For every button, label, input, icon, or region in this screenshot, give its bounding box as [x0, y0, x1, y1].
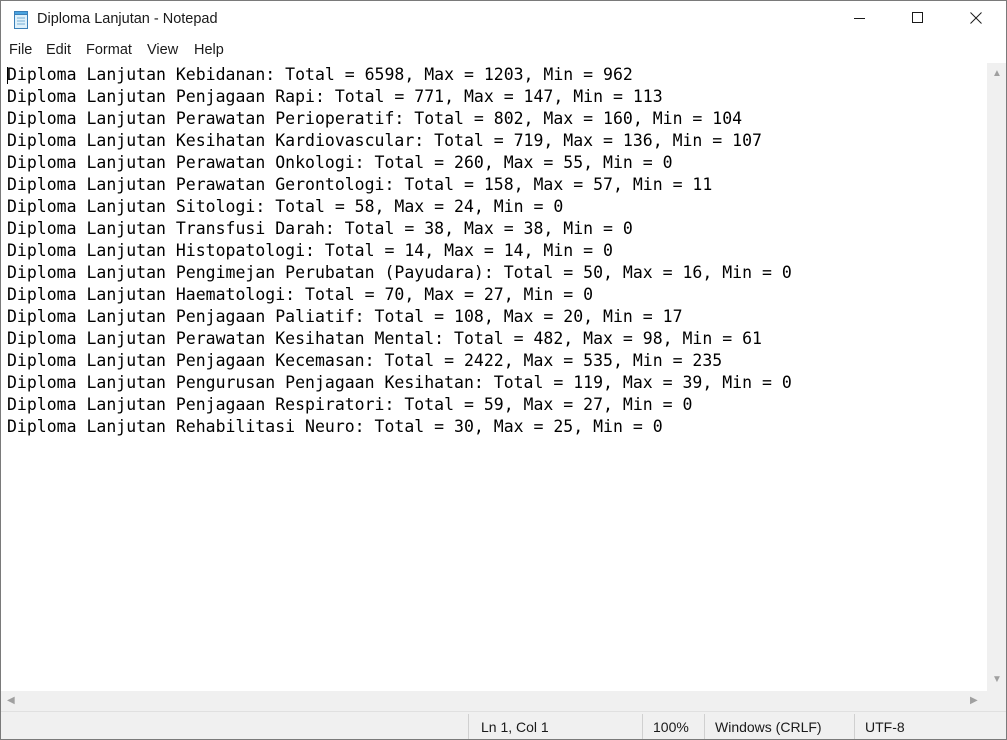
- text-line: Diploma Lanjutan Pengimejan Perubatan (P…: [7, 263, 792, 282]
- text-line: Diploma Lanjutan Pengurusan Penjagaan Ke…: [7, 373, 792, 392]
- text-line: Diploma Lanjutan Penjagaan Paliatif: Tot…: [7, 307, 683, 326]
- text-line: Diploma Lanjutan Sitologi: Total = 58, M…: [7, 197, 564, 216]
- notepad-icon: [13, 11, 29, 29]
- horizontal-scrollbar[interactable]: ◀ ▶: [1, 691, 987, 711]
- maximize-button[interactable]: [889, 1, 947, 39]
- status-divider: [642, 714, 643, 739]
- menu-view[interactable]: View: [147, 42, 178, 58]
- text-line: Diploma Lanjutan Perawatan Kesihatan Men…: [7, 329, 762, 348]
- text-line: Diploma Lanjutan Transfusi Darah: Total …: [7, 219, 633, 238]
- close-button[interactable]: [947, 1, 1005, 39]
- text-line: Diploma Lanjutan Penjagaan Respiratori: …: [7, 395, 693, 414]
- window-title: Diploma Lanjutan - Notepad: [37, 11, 218, 27]
- menu-bar: File Edit Format View Help: [1, 39, 1006, 63]
- text-line: Diploma Lanjutan Haematologi: Total = 70…: [7, 285, 594, 304]
- zoom-level: 100%: [653, 719, 689, 735]
- title-bar[interactable]: Diploma Lanjutan - Notepad: [1, 1, 1006, 39]
- menu-format[interactable]: Format: [86, 42, 132, 58]
- text-line: Diploma Lanjutan Kesihatan Kardiovascula…: [7, 131, 762, 150]
- text-line: Diploma Lanjutan Perawatan Perioperatif:…: [7, 109, 743, 128]
- close-icon: [970, 11, 982, 29]
- scroll-left-icon[interactable]: ◀: [7, 696, 15, 706]
- scroll-up-icon[interactable]: ▲: [992, 69, 1002, 79]
- text-editor[interactable]: Diploma Lanjutan Kebidanan: Total = 6598…: [1, 63, 987, 691]
- vertical-scrollbar[interactable]: ▲ ▼: [987, 63, 1006, 691]
- cursor-position: Ln 1, Col 1: [481, 719, 549, 735]
- text-line: Diploma Lanjutan Kebidanan: Total = 6598…: [7, 65, 633, 84]
- status-divider: [854, 714, 855, 739]
- scroll-down-icon[interactable]: ▼: [992, 675, 1002, 685]
- maximize-icon: [912, 11, 924, 29]
- menu-help[interactable]: Help: [194, 42, 224, 58]
- scroll-right-icon[interactable]: ▶: [970, 696, 978, 706]
- status-divider: [704, 714, 705, 739]
- scrollbar-corner: [987, 691, 1006, 711]
- notepad-window: Diploma Lanjutan - Notepad File Edit For…: [0, 0, 1007, 740]
- minimize-icon: [854, 11, 866, 29]
- text-line: Diploma Lanjutan Rehabilitasi Neuro: Tot…: [7, 417, 663, 436]
- text-line: Diploma Lanjutan Penjagaan Kecemasan: To…: [7, 351, 723, 370]
- text-line: Diploma Lanjutan Perawatan Gerontologi: …: [7, 175, 713, 194]
- line-ending: Windows (CRLF): [715, 719, 822, 735]
- menu-file[interactable]: File: [9, 42, 32, 58]
- text-line: Diploma Lanjutan Histopatologi: Total = …: [7, 241, 613, 260]
- status-divider: [468, 714, 469, 739]
- encoding: UTF-8: [865, 719, 905, 735]
- menu-edit[interactable]: Edit: [46, 42, 71, 58]
- text-line: Diploma Lanjutan Penjagaan Rapi: Total =…: [7, 87, 663, 106]
- text-line: Diploma Lanjutan Perawatan Onkologi: Tot…: [7, 153, 673, 172]
- status-bar: Ln 1, Col 1 100% Windows (CRLF) UTF-8: [1, 711, 1006, 739]
- minimize-button[interactable]: [831, 1, 889, 39]
